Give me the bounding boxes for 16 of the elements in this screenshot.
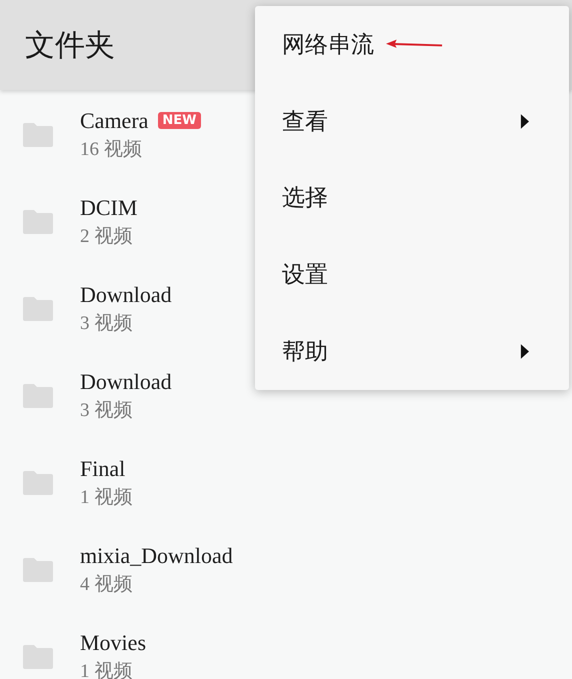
video-count: 16 视频 (80, 138, 143, 162)
folder-name: Camera (80, 108, 148, 134)
folder-name: mixia_Download (80, 542, 233, 568)
video-count: 1 视频 (80, 660, 134, 679)
video-count: 1 视频 (80, 486, 132, 510)
folder-name: Final (80, 456, 126, 482)
page-title: 文件夹 (25, 28, 115, 64)
folder-name: Movies (80, 630, 146, 656)
folder-name: Download (80, 282, 172, 308)
video-count: 3 视频 (80, 398, 134, 422)
video-count: 4 视频 (80, 572, 134, 596)
new-badge: NEW (158, 112, 201, 129)
video-count: 2 视频 (80, 224, 134, 248)
video-count: 3 视频 (80, 312, 134, 336)
folder-name: DCIM (80, 194, 138, 220)
folder-name: Download (80, 368, 172, 394)
